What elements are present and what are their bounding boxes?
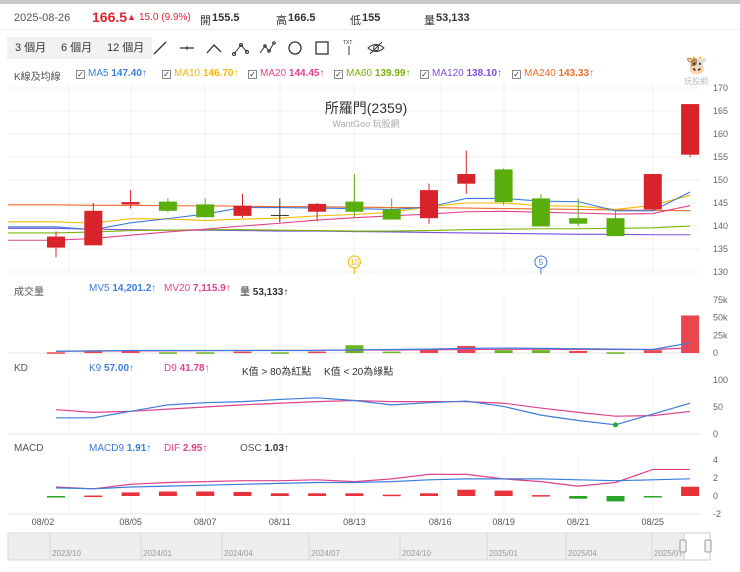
- date-axis-label: 08/11: [269, 517, 291, 527]
- price-tick-label: 140: [713, 221, 728, 231]
- dif-line: [55, 468, 691, 490]
- volume-bar: [158, 352, 177, 354]
- price-tick-label: 130: [713, 267, 728, 277]
- volume-tick-label: 75k: [713, 295, 728, 305]
- range-navigator: [7, 532, 705, 561]
- k-below-20-dot: [613, 422, 618, 428]
- navigator-handle[interactable]: [704, 539, 712, 553]
- date-axis-label: 08/19: [492, 517, 515, 527]
- navigator-label: 2024/01: [143, 549, 172, 558]
- osc-bar: [84, 495, 103, 498]
- date-axis-label: 08/05: [119, 517, 142, 527]
- osc-bar: [681, 486, 700, 496]
- candle-body: [681, 104, 700, 155]
- volume-bar: [308, 351, 327, 354]
- price-tick-label: 165: [713, 106, 728, 116]
- candle-body: [47, 236, 65, 248]
- osc-bar: [494, 490, 513, 496]
- osc-bar: [420, 493, 438, 496]
- candle-body: [121, 202, 140, 205]
- osc-bar: [121, 492, 140, 496]
- candle-body: [531, 198, 550, 227]
- date-axis-label: 08/13: [343, 517, 366, 527]
- navigator-label: 2025/07: [654, 549, 683, 558]
- osc-bar: [196, 491, 215, 496]
- volume-bar: [345, 345, 364, 353]
- macd-tick-label: 4: [713, 455, 718, 465]
- stock-chart[interactable]: 130 135 140 145 150 155 160 165 170 所羅門(2359) Want…: [0, 0, 740, 572]
- date-axis-label: 08/16: [429, 517, 452, 527]
- candle-body: [457, 174, 476, 184]
- volume-bar: [569, 350, 588, 353]
- candle-body: [420, 190, 438, 219]
- volume-bar: [382, 351, 401, 354]
- kd-tick-label: 100: [713, 375, 728, 385]
- osc-bar: [569, 496, 588, 499]
- price-tick-label: 155: [713, 152, 728, 162]
- osc-bar: [47, 496, 65, 498]
- navigator-label: 2023/10: [52, 549, 81, 558]
- candle-body: [270, 214, 289, 216]
- volume-bar: [233, 351, 252, 354]
- volume-tick-label: 25k: [713, 330, 728, 340]
- price-tick-label: 150: [713, 175, 728, 185]
- volume-bar: [196, 352, 215, 354]
- volume-tick-label: 50k: [713, 313, 728, 323]
- macd-tick-label: -2: [713, 509, 721, 519]
- osc-bar: [457, 489, 476, 496]
- volume-bar: [270, 352, 289, 354]
- volume-bar: [47, 352, 65, 354]
- volume-bar: [681, 315, 700, 353]
- chart-title: 所羅門(2359): [325, 100, 407, 116]
- volume-bar: [531, 350, 550, 353]
- osc-bar: [382, 494, 401, 497]
- candle-body: [494, 169, 513, 203]
- price-tick-label: 135: [713, 244, 728, 254]
- kd-tick-label: 50: [713, 402, 723, 412]
- date-axis-label: 08/21: [567, 517, 590, 527]
- volume-bar: [643, 350, 662, 353]
- osc-bar: [270, 493, 289, 496]
- k-line: [56, 397, 691, 426]
- osc-bar: [158, 491, 177, 496]
- date-axis-label: 08/07: [194, 517, 217, 527]
- macd-tick-label: 2: [713, 473, 718, 483]
- navigator-label: 2025/01: [489, 549, 518, 558]
- macd-tick-label: 0: [713, 491, 718, 501]
- osc-bar: [308, 493, 327, 496]
- volume-bar: [84, 351, 103, 354]
- navigator-label: 2025/04: [568, 549, 597, 558]
- candle-body: [606, 218, 625, 237]
- candle-body: [158, 201, 177, 211]
- candle-body: [345, 201, 364, 212]
- candle-body: [84, 210, 103, 246]
- navigator-label: 2024/07: [311, 549, 340, 558]
- kd-tick-label: 0: [713, 429, 718, 439]
- volume-tick-label: 0: [713, 348, 718, 358]
- price-tick-label: 170: [713, 83, 728, 93]
- date-axis-label: 08/25: [642, 517, 665, 527]
- event-marker-label: 10: [350, 258, 359, 267]
- volume-bar: [494, 350, 513, 353]
- event-marker-label: 5: [539, 258, 544, 267]
- volume-bar: [606, 352, 625, 354]
- navigator-label: 2024/04: [224, 549, 253, 558]
- chart-subtitle: WantGoo 玩股網: [332, 118, 399, 129]
- osc-bar: [531, 495, 550, 497]
- navigator-label: 2024/10: [402, 549, 431, 558]
- candle-body: [308, 203, 327, 212]
- candle-body: [569, 218, 588, 224]
- osc-bar: [233, 491, 252, 496]
- price-tick-label: 145: [713, 198, 728, 208]
- candle-body: [643, 174, 662, 210]
- candle-body: [382, 209, 401, 220]
- price-tick-label: 160: [713, 129, 728, 139]
- osc-bar: [643, 496, 662, 498]
- osc-bar: [345, 493, 364, 496]
- navigator-handle[interactable]: [679, 539, 687, 553]
- candle-body: [196, 204, 215, 218]
- date-axis-label: 08/02: [32, 517, 55, 527]
- candle-body: [233, 205, 252, 216]
- osc-bar: [606, 496, 625, 502]
